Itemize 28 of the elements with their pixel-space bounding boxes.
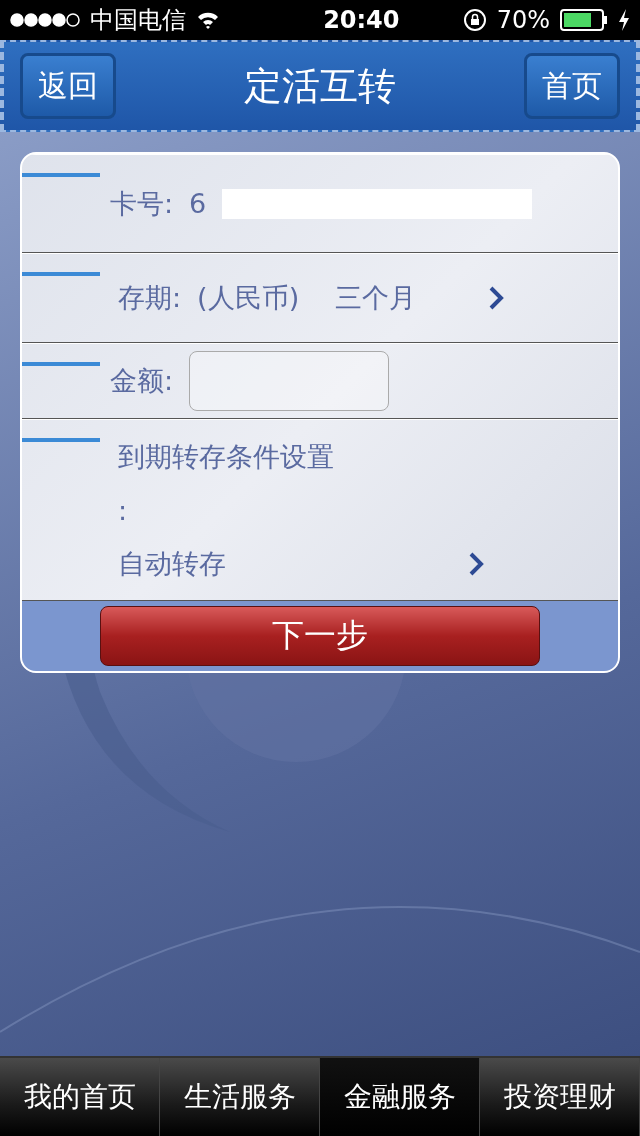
clock-time: 20:40 bbox=[322, 6, 400, 34]
field-label: 卡号: bbox=[110, 186, 174, 221]
page-title: 定活互转 bbox=[244, 62, 396, 110]
chevron-icon bbox=[488, 286, 505, 310]
wifi-icon bbox=[196, 11, 220, 29]
home-button[interactable]: 首页 bbox=[524, 53, 620, 119]
amount-field[interactable] bbox=[189, 351, 390, 411]
tab-item[interactable]: 生活服务 bbox=[160, 1058, 320, 1136]
rotation-lock-icon bbox=[462, 8, 487, 32]
picker-value[interactable]: 三个月 bbox=[335, 280, 417, 316]
field-label: 金额: bbox=[110, 364, 174, 398]
battery-percent: 70% bbox=[496, 6, 550, 34]
field-label: 到期转存条件设置 bbox=[118, 439, 335, 474]
charging-icon bbox=[618, 9, 630, 31]
tab-item[interactable]: 我的首页 bbox=[0, 1058, 160, 1136]
chevron-icon bbox=[468, 551, 484, 576]
back-button[interactable]: 返回 bbox=[20, 53, 116, 119]
field-label: : bbox=[118, 494, 129, 526]
battery-icon bbox=[560, 9, 608, 31]
next-step-button[interactable]: 下一步 bbox=[100, 606, 540, 666]
field-label: 存期: bbox=[118, 281, 182, 315]
tab-item[interactable]: 金融服务 bbox=[320, 1058, 480, 1136]
signal-icon bbox=[10, 13, 80, 27]
tab-item[interactable]: 投资理财 bbox=[480, 1058, 640, 1136]
carrier-name: 中国电信 bbox=[90, 5, 186, 36]
picker-value[interactable]: (人民币) bbox=[197, 280, 300, 316]
card-number: 6 bbox=[189, 188, 207, 219]
setting-value[interactable]: 自动转存 bbox=[118, 545, 226, 582]
